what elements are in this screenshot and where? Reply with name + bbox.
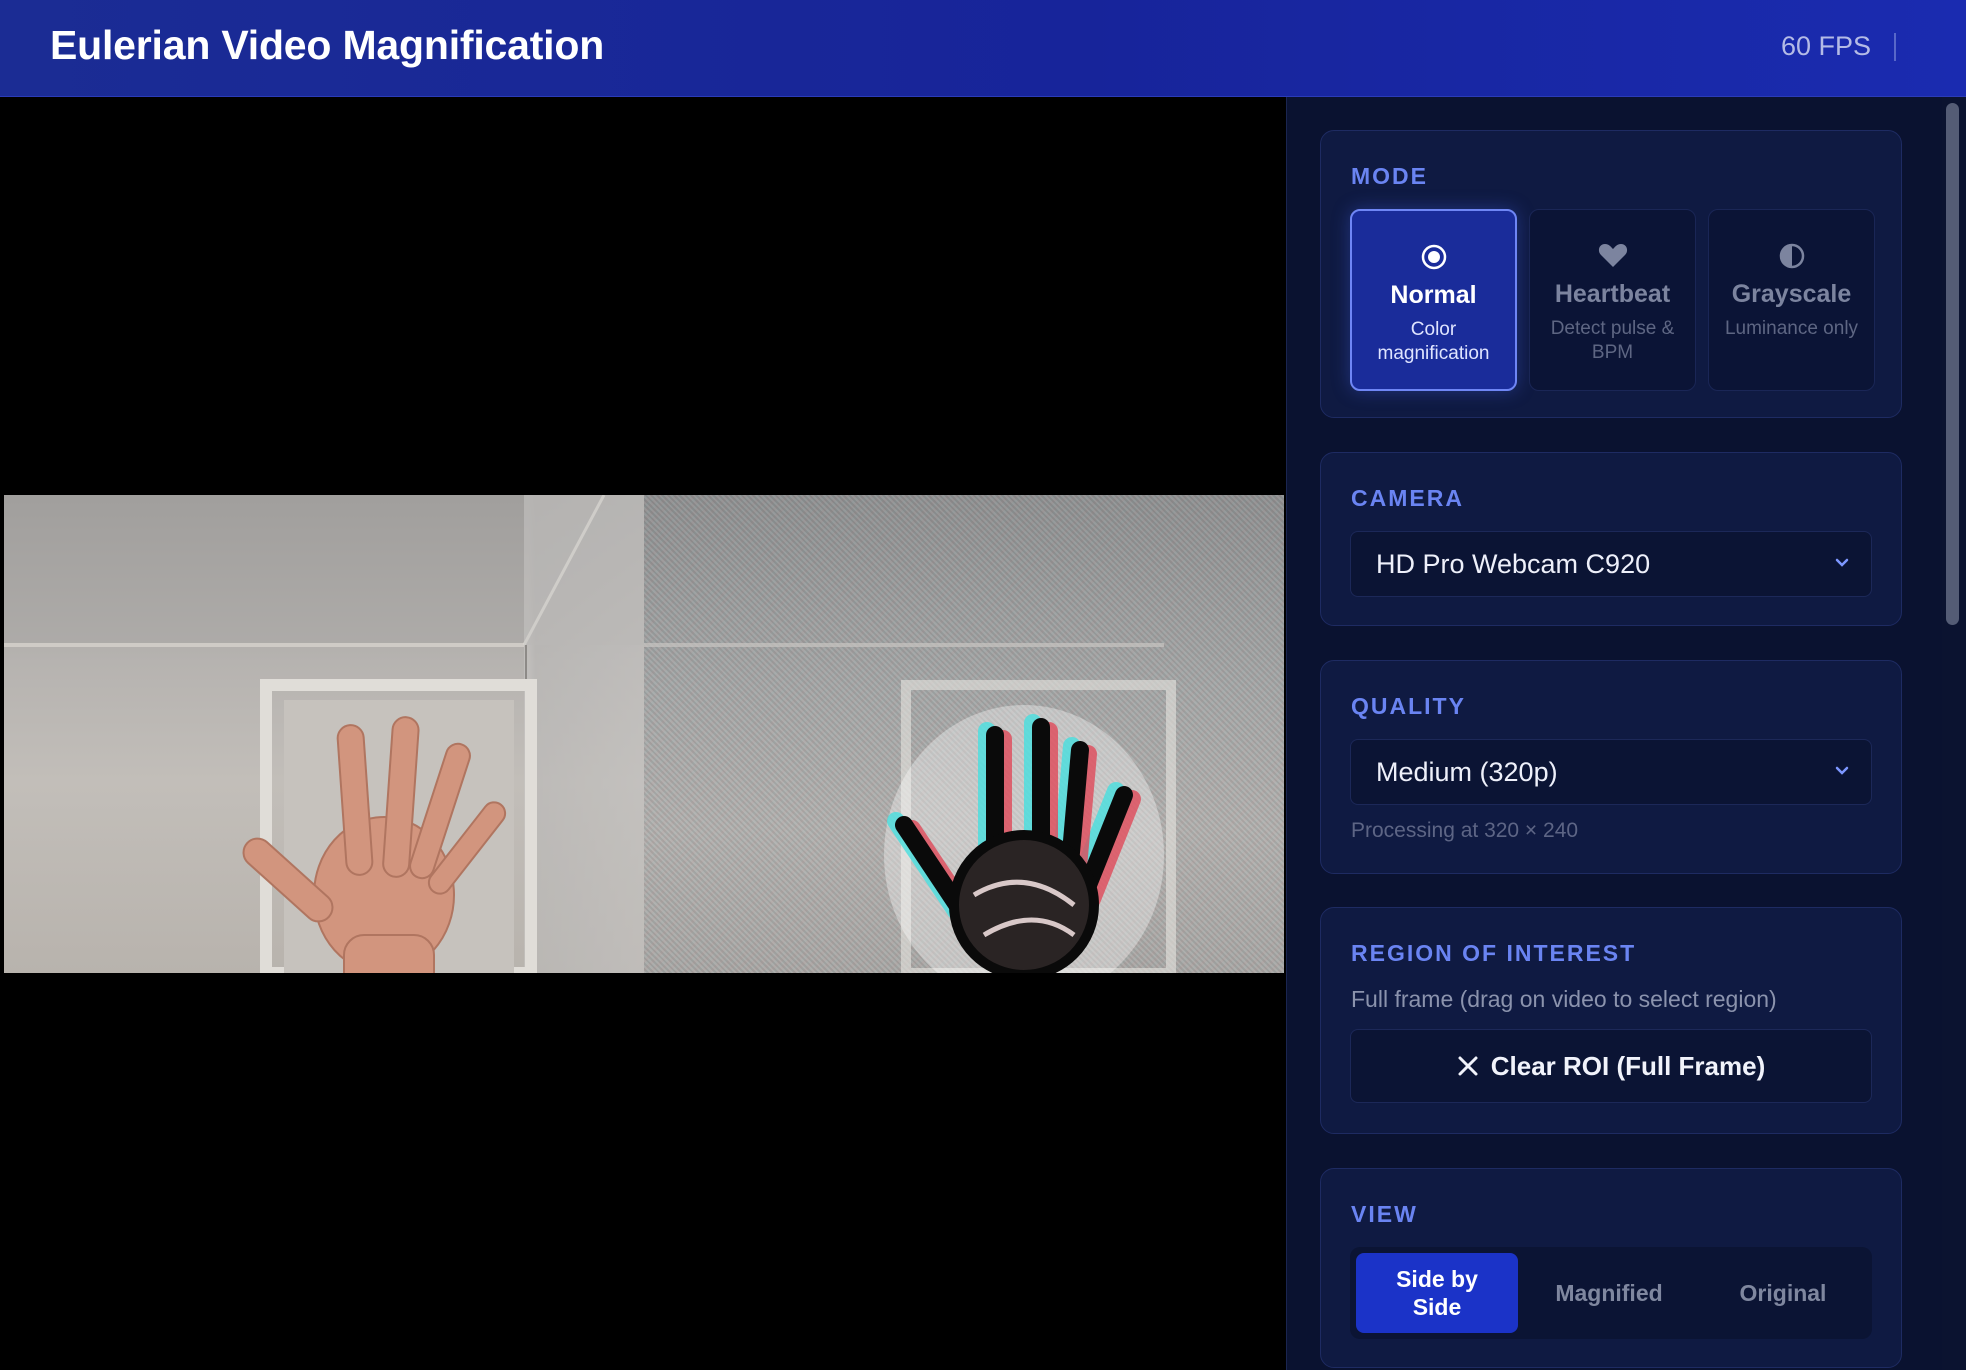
chevron-down-icon [1835, 558, 1849, 567]
chevron-down-icon [1835, 766, 1849, 775]
radio-icon [1421, 244, 1446, 270]
quality-select[interactable]: Medium (320p) [1350, 739, 1872, 805]
view-title: VIEW [1351, 1201, 1418, 1227]
panel-scroll-thumb[interactable] [1946, 103, 1959, 625]
camera-title: CAMERA [1351, 485, 1464, 511]
mode-option-description: Color magnification [1377, 319, 1490, 364]
mode-option-grayscale[interactable]: Grayscale Luminance only [1708, 209, 1875, 391]
camera-select[interactable]: HD Pro Webcam C920 [1350, 531, 1872, 597]
quality-select-value: Medium (320p) [1376, 757, 1558, 787]
header-divider [1894, 33, 1896, 61]
mode-options: Normal Color magnification Heartbeat Det… [1350, 209, 1875, 391]
roi-card: REGION OF INTEREST Full frame (drag on v… [1320, 907, 1902, 1134]
clear-roi-label: Clear ROI (Full Frame) [1490, 1050, 1766, 1081]
magnified-hand-image [644, 643, 1176, 973]
view-option-magnified[interactable]: Magnified [1526, 1253, 1692, 1333]
view-option-side-by-side[interactable]: Side by Side [1356, 1253, 1518, 1333]
view-card: VIEW Side by Side Magnified Original [1320, 1168, 1902, 1368]
mode-option-heartbeat[interactable]: Heartbeat Detect pulse & BPM [1529, 209, 1696, 391]
mode-option-name: Grayscale [1731, 280, 1852, 308]
roi-status: Full frame (drag on video to select regi… [1351, 986, 1777, 1012]
view-toggle: Side by Side Magnified Original [1350, 1247, 1872, 1339]
mode-card: MODE Normal Color magnification Heartbea… [1320, 130, 1902, 418]
app-header: Eulerian Video Magnification 60 FPS [0, 0, 1966, 97]
quality-hint: Processing at 320 × 240 [1351, 819, 1579, 842]
original-hand-image [4, 495, 644, 973]
mode-option-name: Normal [1390, 281, 1477, 309]
mode-title: MODE [1351, 163, 1428, 189]
mode-option-description: Detect pulse & BPM [1550, 318, 1675, 363]
magnified-video-frame[interactable] [644, 495, 1284, 973]
mode-option-normal[interactable]: Normal Color magnification [1350, 209, 1517, 391]
video-strip[interactable] [4, 495, 1284, 973]
original-video-frame[interactable] [4, 495, 644, 973]
video-area[interactable] [0, 97, 1286, 1370]
mode-option-name: Heartbeat [1554, 280, 1671, 308]
roi-title: REGION OF INTEREST [1351, 940, 1637, 966]
quality-title: QUALITY [1351, 693, 1466, 719]
camera-card: CAMERA HD Pro Webcam C920 [1320, 452, 1902, 626]
close-icon [1458, 1056, 1478, 1076]
clear-roi-button[interactable]: Clear ROI (Full Frame) [1350, 1029, 1872, 1103]
half-circle-icon [1779, 243, 1804, 269]
view-option-original[interactable]: Original [1700, 1253, 1866, 1333]
quality-card: QUALITY Medium (320p) Processing at 320 … [1320, 660, 1902, 874]
app-title: Eulerian Video Magnification [50, 22, 605, 68]
fps-counter: 60 FPS [1780, 31, 1871, 61]
heart-icon [1598, 244, 1627, 267]
camera-select-value: HD Pro Webcam C920 [1376, 549, 1651, 579]
mode-option-description: Luminance only [1724, 318, 1859, 339]
